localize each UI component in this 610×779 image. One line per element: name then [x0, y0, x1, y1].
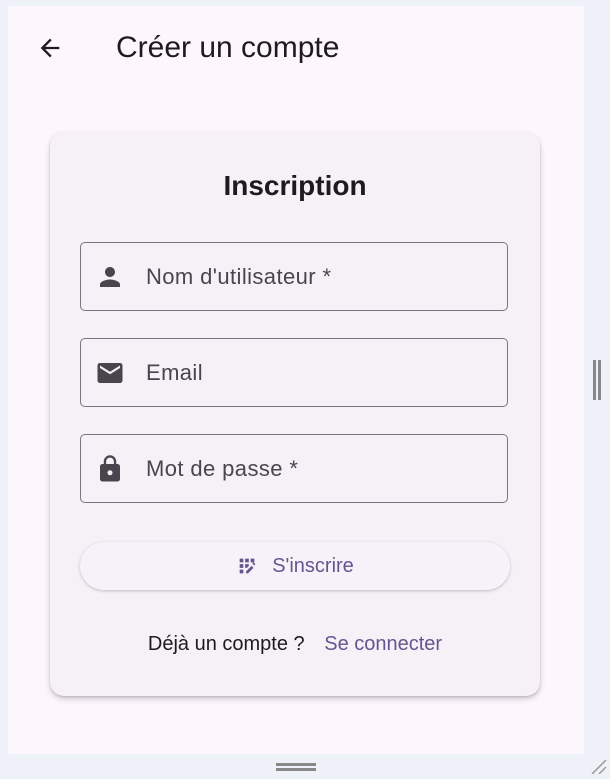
username-label: Nom d'utilisateur *: [146, 264, 332, 289]
password-field[interactable]: Mot de passe *: [80, 434, 508, 503]
email-field[interactable]: Email: [80, 338, 508, 407]
lock-icon: [95, 454, 125, 484]
app-window: Créer un compte Inscription Nom d'utilis…: [8, 6, 584, 754]
page-title: Créer un compte: [116, 31, 340, 64]
app-registration-icon: [236, 555, 258, 577]
card-title: Inscription: [223, 170, 367, 201]
signup-button[interactable]: S'inscrire: [80, 542, 510, 590]
app-bar: Créer un compte: [8, 6, 584, 90]
signup-button-label: S'inscrire: [272, 555, 354, 577]
vertical-resize-handle[interactable]: [592, 360, 602, 400]
login-link[interactable]: Se connecter: [324, 633, 442, 655]
resize-corner-grip[interactable]: [588, 756, 608, 775]
signup-card: Inscription Nom d'utilisateur * Email Mo…: [50, 132, 540, 696]
email-label: Email: [146, 360, 204, 385]
username-field[interactable]: Nom d'utilisateur *: [80, 242, 508, 311]
person-icon: [95, 262, 125, 292]
arrow-back-icon: [40, 38, 60, 58]
login-prompt: Déjà un compte ? Se connecter: [50, 632, 540, 656]
mail-icon: [95, 358, 125, 388]
login-prompt-text: Déjà un compte ?: [147, 633, 305, 655]
horizontal-resize-handle[interactable]: [276, 762, 316, 772]
back-button[interactable]: [30, 28, 70, 68]
password-label: Mot de passe *: [146, 456, 299, 481]
